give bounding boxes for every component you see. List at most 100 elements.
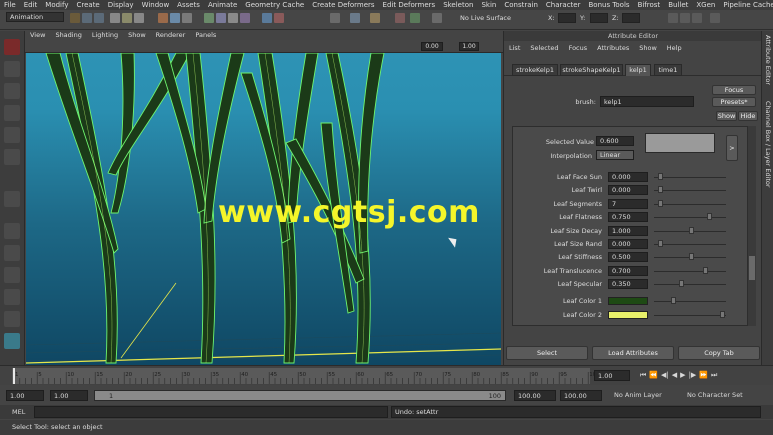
snap-grid-icon[interactable] <box>204 13 214 23</box>
menu-display[interactable]: Display <box>104 0 138 10</box>
menu-skeleton[interactable]: Skeleton <box>439 0 477 10</box>
menu-bullet[interactable]: Bullet <box>664 0 692 10</box>
step-back-frame-icon[interactable]: ◀| <box>661 371 669 380</box>
y-field[interactable] <box>590 13 608 23</box>
leaf-translucence-slider[interactable] <box>654 270 726 272</box>
leaf-face-sun-slider[interactable] <box>654 177 726 178</box>
scale-tool-icon[interactable] <box>4 149 20 165</box>
leaf-size-decay-knob[interactable] <box>689 226 694 234</box>
vp-menu-renderer[interactable]: Renderer <box>151 31 191 40</box>
x-field[interactable] <box>558 13 576 23</box>
history-icon[interactable] <box>262 13 272 23</box>
new-scene-icon[interactable] <box>70 13 80 23</box>
leaf-twirl-knob[interactable] <box>657 186 663 194</box>
leaf-translucence-field[interactable]: 0.700 <box>608 265 648 276</box>
vp-menu-panels[interactable]: Panels <box>190 31 221 40</box>
leaf-specular-knob[interactable] <box>678 280 684 288</box>
select-by-component-icon[interactable] <box>134 13 144 23</box>
leaf-face-sun-knob[interactable] <box>657 173 663 180</box>
copy-tab-button[interactable]: Copy Tab <box>678 346 760 360</box>
vp-menu-show[interactable]: Show <box>123 31 151 40</box>
menu-skin[interactable]: Skin <box>477 0 500 10</box>
modeling-toolkit-icon[interactable] <box>710 13 720 23</box>
sidebar-toggle-icon[interactable] <box>668 13 678 23</box>
ae-menu-show[interactable]: Show <box>634 43 662 54</box>
menu-bifrost[interactable]: Bifrost <box>634 0 665 10</box>
leaf-segments-knob[interactable] <box>657 199 663 207</box>
mode-selector[interactable]: Animation <box>6 12 64 22</box>
viewport-field-1[interactable]: 0.00 <box>421 42 443 51</box>
current-time-indicator[interactable] <box>13 368 15 384</box>
paint-tool-icon[interactable] <box>4 83 20 99</box>
command-input[interactable] <box>34 406 388 418</box>
leaf-color-2-swatch[interactable] <box>608 311 648 319</box>
ae-menu-attributes[interactable]: Attributes <box>592 43 634 54</box>
anim-layer-dropdown[interactable]: No Anim Layer <box>614 390 662 401</box>
mel-label[interactable]: MEL <box>12 407 25 417</box>
input-icon[interactable] <box>395 13 405 23</box>
time-slider[interactable]: 1510152025303540455055606570758085909510… <box>0 365 773 385</box>
menu-character[interactable]: Character <box>542 0 585 10</box>
leaf-size-decay-field[interactable]: 1.000 <box>608 225 648 236</box>
play-back-icon[interactable]: ◀ <box>672 371 677 380</box>
tab-strokeshapekelp1[interactable]: strokeShapeKelp1 <box>560 64 623 76</box>
leaf-color-1-swatch[interactable] <box>608 297 648 305</box>
render-settings-icon[interactable] <box>350 13 360 23</box>
snap-curve-icon[interactable] <box>216 13 226 23</box>
tab-strokekelp1[interactable]: strokeKelp1 <box>512 64 558 76</box>
ramp-expand-button[interactable]: > <box>726 135 738 161</box>
open-scene-icon[interactable] <box>82 13 92 23</box>
menu-animate[interactable]: Animate <box>204 0 241 10</box>
tool-settings-icon[interactable] <box>692 13 702 23</box>
menu-bonus-tools[interactable]: Bonus Tools <box>584 0 633 10</box>
tab-kelp1[interactable]: kelp1 <box>625 64 651 76</box>
leaf-translucence-knob[interactable] <box>703 266 708 274</box>
leaf-segments-field[interactable]: 7 <box>608 198 648 209</box>
leaf-color-2-slider[interactable] <box>654 315 726 316</box>
interpolation-dropdown[interactable]: Linear <box>596 150 634 160</box>
move-tool-icon[interactable] <box>4 105 20 121</box>
leaf-size-rand-slider[interactable] <box>654 244 726 245</box>
menu-constrain[interactable]: Constrain <box>500 0 542 10</box>
last-tool-icon[interactable] <box>4 191 20 207</box>
step-back-icon[interactable]: ⏪ <box>649 371 658 380</box>
layout-persp-icon[interactable] <box>4 333 20 349</box>
attribute-editor-side-tab[interactable]: Attribute Editor <box>764 35 772 85</box>
ramp-gradient[interactable] <box>645 133 715 153</box>
vp-menu-lighting[interactable]: Lighting <box>87 31 123 40</box>
menu-assets[interactable]: Assets <box>173 0 204 10</box>
channel-box-icon[interactable] <box>680 13 690 23</box>
select-by-hierarchy-icon[interactable] <box>110 13 120 23</box>
z-field[interactable] <box>622 13 640 23</box>
select-tool-icon[interactable] <box>4 39 20 55</box>
ae-menu-selected[interactable]: Selected <box>525 43 563 54</box>
lasso-tool-icon[interactable] <box>4 61 20 77</box>
menu-edit-deformers[interactable]: Edit Deformers <box>379 0 440 10</box>
magnet-icon[interactable] <box>410 13 420 23</box>
show-button[interactable]: Show <box>716 111 737 121</box>
leaf-size-rand-field[interactable]: 0.000 <box>608 239 648 249</box>
selected-value-field[interactable]: 0.600 <box>596 136 634 146</box>
select-button[interactable]: Select <box>506 346 588 360</box>
viewport-field-2[interactable]: 1.00 <box>459 42 479 51</box>
leaf-size-rand-knob[interactable] <box>657 240 663 247</box>
leaf-twirl-slider[interactable] <box>654 190 726 192</box>
ae-menu-help[interactable]: Help <box>662 43 687 54</box>
ae-menu-focus[interactable]: Focus <box>564 43 593 54</box>
vp-menu-shading[interactable]: Shading <box>50 31 86 40</box>
tab-time1[interactable]: time1 <box>654 64 682 76</box>
save-scene-icon[interactable] <box>94 13 104 23</box>
animation-start-field[interactable]: 1.00 <box>6 390 44 401</box>
range-slider[interactable]: 1 100 <box>94 390 506 401</box>
menu-pipeline-cache[interactable]: Pipeline Cache <box>719 0 773 10</box>
mask-icon-2[interactable] <box>170 13 180 23</box>
menu-window[interactable]: Window <box>138 0 174 10</box>
menu-file[interactable]: File <box>0 0 20 10</box>
leaf-stiffness-knob[interactable] <box>689 253 694 261</box>
rotate-tool-icon[interactable] <box>4 127 20 143</box>
load-attributes-button[interactable]: Load Attributes <box>592 346 674 360</box>
leaf-color-2-knob[interactable] <box>720 311 725 318</box>
leaf-flatness-knob[interactable] <box>706 213 712 221</box>
go-to-end-icon[interactable]: ⏭ <box>711 371 717 380</box>
attribute-scrollbar[interactable] <box>748 126 756 326</box>
